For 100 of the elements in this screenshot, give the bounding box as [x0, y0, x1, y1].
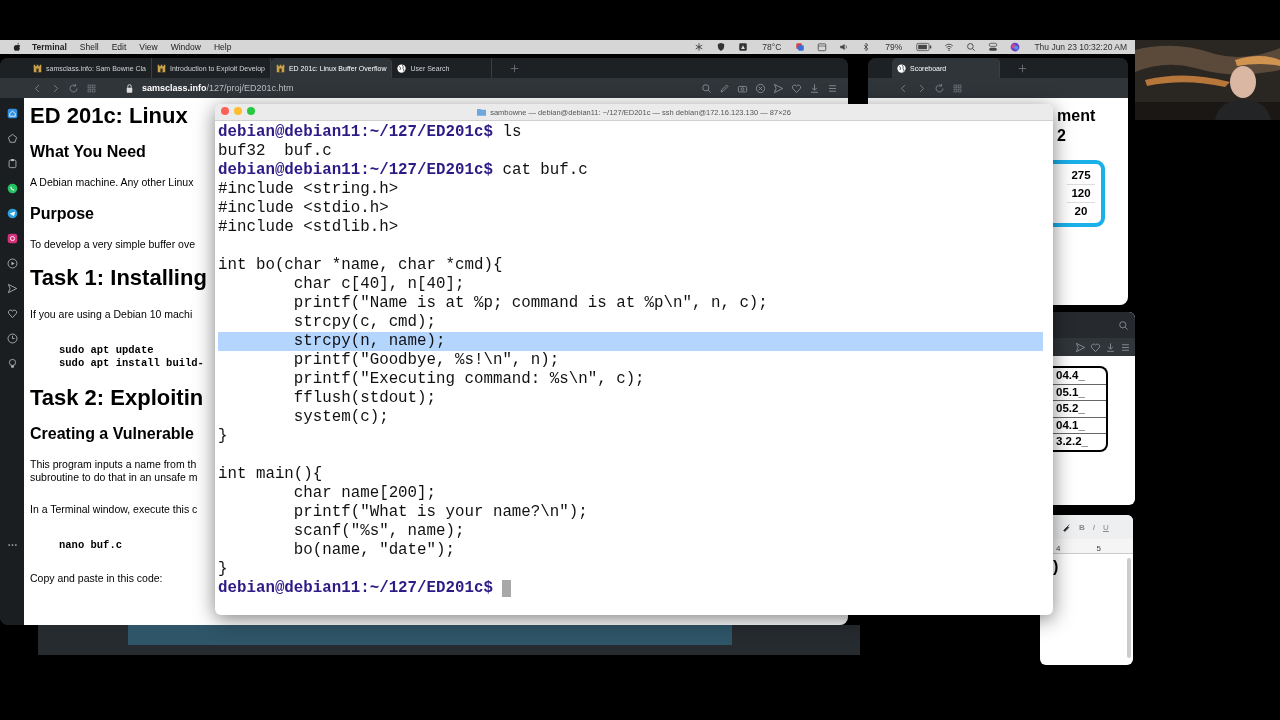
table-cell-text: 3.2.2_ — [1055, 434, 1089, 449]
table-cell: 275 — [1067, 167, 1095, 185]
send-icon[interactable] — [6, 283, 18, 294]
menu-item[interactable]: Window — [170, 42, 201, 52]
terminal-line: char name[200]; — [292, 484, 438, 503]
castle-icon — [157, 63, 166, 73]
play-icon[interactable] — [6, 258, 18, 269]
calendar-icon[interactable] — [817, 42, 828, 52]
search-icon[interactable] — [966, 42, 977, 52]
page-heading: 2 — [1057, 126, 1066, 146]
close-icon[interactable] — [755, 82, 766, 94]
terminal-line: fflush(stdout); — [292, 389, 438, 408]
address-field[interactable]: samsclass.info/127/proj/ED201c.htm — [142, 83, 294, 93]
page-heading: What You Need — [30, 142, 146, 162]
battery-icon[interactable] — [916, 42, 933, 52]
clock-icon[interactable] — [6, 333, 18, 344]
terminal-line: #include <stdio.h> — [218, 199, 390, 218]
phone-bubble-icon[interactable] — [6, 183, 18, 194]
new-tab-icon[interactable] — [1018, 63, 1027, 73]
table-cell-text: 20 — [1073, 204, 1089, 219]
reload-icon[interactable] — [934, 82, 945, 94]
terminal-line: int bo(char *name, char *cmd){ — [218, 256, 504, 275]
globe-icon — [397, 63, 407, 73]
close-button[interactable] — [221, 107, 229, 115]
terminal-line: printf("Name is at %p; command is at %p\n", n, c); — [292, 294, 769, 313]
battery-percent: 79% — [885, 42, 903, 52]
scrollbar[interactable] — [1127, 558, 1131, 658]
bulb-icon[interactable] — [6, 358, 18, 369]
paper-plane-icon[interactable] — [6, 208, 18, 219]
shield-icon[interactable] — [716, 42, 727, 52]
pentagon-icon[interactable] — [6, 133, 18, 144]
terminal-line: } — [218, 560, 229, 579]
menu-icon[interactable] — [827, 82, 838, 94]
wifi-icon[interactable] — [944, 42, 955, 52]
menu-item[interactable]: Terminal — [32, 42, 67, 52]
clipboard-icon[interactable] — [6, 158, 18, 169]
drive-icon[interactable] — [738, 42, 749, 52]
temperature-reading: 78°C — [762, 42, 782, 52]
page-heading: Task 2: Exploitin — [30, 385, 204, 411]
heart-icon[interactable] — [791, 82, 802, 94]
apple-icon[interactable] — [12, 42, 22, 52]
toggle-icon[interactable] — [988, 42, 999, 52]
menu-item[interactable]: Help — [213, 42, 232, 52]
page-heading: ment — [1057, 106, 1096, 126]
page-heading: Task 1: Installing — [30, 265, 207, 291]
download-icon[interactable] — [1105, 341, 1116, 353]
menu-item[interactable]: Edit — [111, 42, 127, 52]
page-heading: ED 201c: Linux — [30, 103, 188, 129]
heart-icon[interactable] — [6, 308, 18, 319]
asterisk-icon[interactable] — [694, 42, 705, 52]
terminal-line: bo(name, "date"); — [292, 541, 456, 560]
terminal-line: system(c); — [292, 408, 390, 427]
clock: Thu Jun 23 10:32:20 AM — [1034, 42, 1127, 52]
more-icon[interactable] — [6, 543, 18, 547]
paragraph: This program inputs a name from th subroutine to do that in an unsafe m — [30, 458, 198, 484]
terminal-line: printf("Executing command: %s\n", c); — [292, 370, 646, 389]
paragraph: Copy and paste in this code: — [30, 572, 163, 585]
zoom-button[interactable] — [247, 107, 255, 115]
send-icon[interactable] — [773, 82, 784, 94]
grid-icon[interactable] — [952, 82, 963, 94]
menu-item[interactable]: View — [139, 42, 158, 52]
home-icon[interactable] — [6, 108, 18, 119]
search-icon[interactable] — [1118, 319, 1129, 331]
folder-icon — [477, 108, 487, 116]
orb-icon[interactable] — [1010, 42, 1021, 52]
terminal-line: printf("Goodbye, %s!\n", n); — [292, 351, 561, 370]
volume-icon[interactable] — [839, 42, 850, 52]
terminal-line: char c[40], n[40]; — [292, 275, 466, 294]
brush-icon[interactable] — [1062, 522, 1071, 532]
terminal-line: buf32 buf.c — [218, 142, 333, 161]
terminal-line: int main(){ — [218, 465, 324, 484]
zoom-icon[interactable] — [701, 82, 712, 94]
app-icon[interactable] — [795, 42, 806, 52]
terminal-line: strcpy(c, cmd); — [292, 313, 438, 332]
heart-icon[interactable] — [1090, 341, 1101, 353]
globe-icon — [897, 63, 906, 73]
terminal-line: #include <string.h> — [218, 180, 400, 199]
reload-icon[interactable] — [68, 82, 79, 94]
menu-icon[interactable] — [1120, 341, 1131, 353]
new-tab-icon[interactable] — [510, 63, 520, 73]
paragraph: A Debian machine. Any other Linux — [30, 176, 194, 189]
menu-item[interactable]: Shell — [79, 42, 99, 52]
terminal-line: debian@debian11:~/127/ED201c$ ls — [218, 123, 523, 142]
page-heading: Creating a Vulnerable — [30, 424, 194, 444]
download-icon[interactable] — [809, 82, 820, 94]
document-text: ) — [1053, 558, 1059, 576]
paragraph: In a Terminal window, execute this c — [30, 503, 198, 516]
code-text: sudo apt update sudo apt install build- — [59, 344, 204, 370]
terminal-line: scanf("%s", name); — [292, 522, 466, 541]
pencil-icon[interactable] — [719, 82, 730, 94]
page-heading: Purpose — [30, 204, 94, 224]
grid-icon[interactable] — [86, 82, 97, 94]
ruler-number: 5 — [1096, 544, 1101, 553]
ruler-number: 4 — [1056, 544, 1061, 553]
terminal-line: debian@debian11:~/127/ED201c$ — [218, 579, 493, 598]
camera-icon[interactable] — [6, 233, 18, 244]
terminal-line: #include <stdlib.h> — [218, 218, 400, 237]
paragraph: To develop a very simple buffer ove — [30, 238, 195, 251]
terminal-line: printf("What is your name?\n"); — [292, 503, 589, 522]
send-icon[interactable] — [1075, 341, 1086, 353]
